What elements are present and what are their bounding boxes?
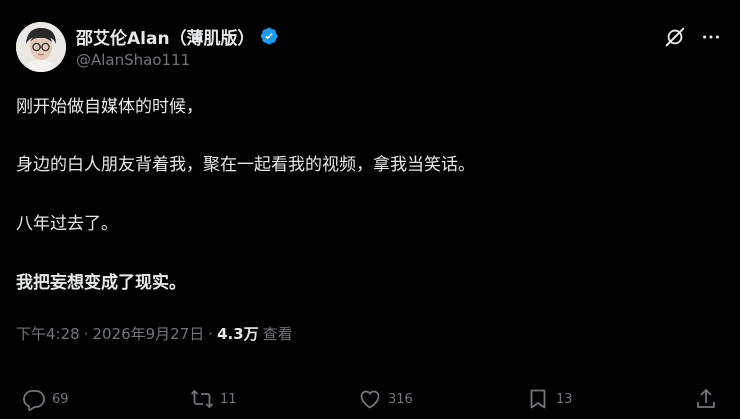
retweet-icon xyxy=(190,389,214,409)
tweet: 邵艾伦Alan（薄肌版） @AlanShao111 刚开始做自媒体的时候， 身边… xyxy=(0,0,740,419)
tweet-header: 邵艾伦Alan（薄肌版） @AlanShao111 xyxy=(16,22,724,74)
tweet-time[interactable]: 下午4:28 xyxy=(16,323,80,344)
retweet-button[interactable]: 11 xyxy=(190,384,237,414)
handle[interactable]: @AlanShao111 xyxy=(76,51,279,69)
meta-separator: · xyxy=(83,324,89,343)
grok-icon[interactable] xyxy=(664,26,686,48)
like-count: 316 xyxy=(388,391,413,407)
tweet-paragraph: 八年过去了。 xyxy=(16,214,118,234)
views-count[interactable]: 4.3万 xyxy=(217,323,259,344)
views-label: 查看 xyxy=(262,325,293,343)
tweet-date[interactable]: 2026年9月27日 xyxy=(92,323,204,344)
reply-button[interactable]: 69 xyxy=(22,384,69,414)
more-icon[interactable] xyxy=(700,26,722,48)
avatar[interactable] xyxy=(16,22,66,72)
like-button[interactable]: 316 xyxy=(358,384,413,414)
display-name[interactable]: 邵艾伦Alan（薄肌版） xyxy=(76,24,255,49)
tweet-paragraph: 刚开始做自媒体的时候， xyxy=(16,97,203,117)
bookmark-count: 13 xyxy=(556,391,573,407)
author-names: 邵艾伦Alan（薄肌版） @AlanShao111 xyxy=(76,24,279,69)
reply-count: 69 xyxy=(52,391,69,407)
retweet-count: 11 xyxy=(220,391,237,407)
meta-separator: · xyxy=(208,324,214,343)
tweet-meta: 下午4:28 · 2026年9月27日 · 4.3万 查看 xyxy=(16,323,293,344)
share-icon xyxy=(697,388,715,408)
tweet-paragraph-bold: 我把妄想变成了现实。 xyxy=(16,273,186,293)
bookmark-button[interactable]: 13 xyxy=(526,384,573,414)
verified-badge-icon[interactable] xyxy=(259,26,279,46)
divider xyxy=(16,364,724,365)
tweet-paragraph: 身边的白人朋友背着我，聚在一起看我的视频，拿我当笑话。 xyxy=(16,155,475,175)
like-icon xyxy=(360,390,380,409)
action-bar: 69 11 316 13 xyxy=(16,384,724,414)
bookmark-icon xyxy=(530,389,546,409)
reply-icon xyxy=(23,390,45,411)
share-button[interactable] xyxy=(694,384,718,414)
